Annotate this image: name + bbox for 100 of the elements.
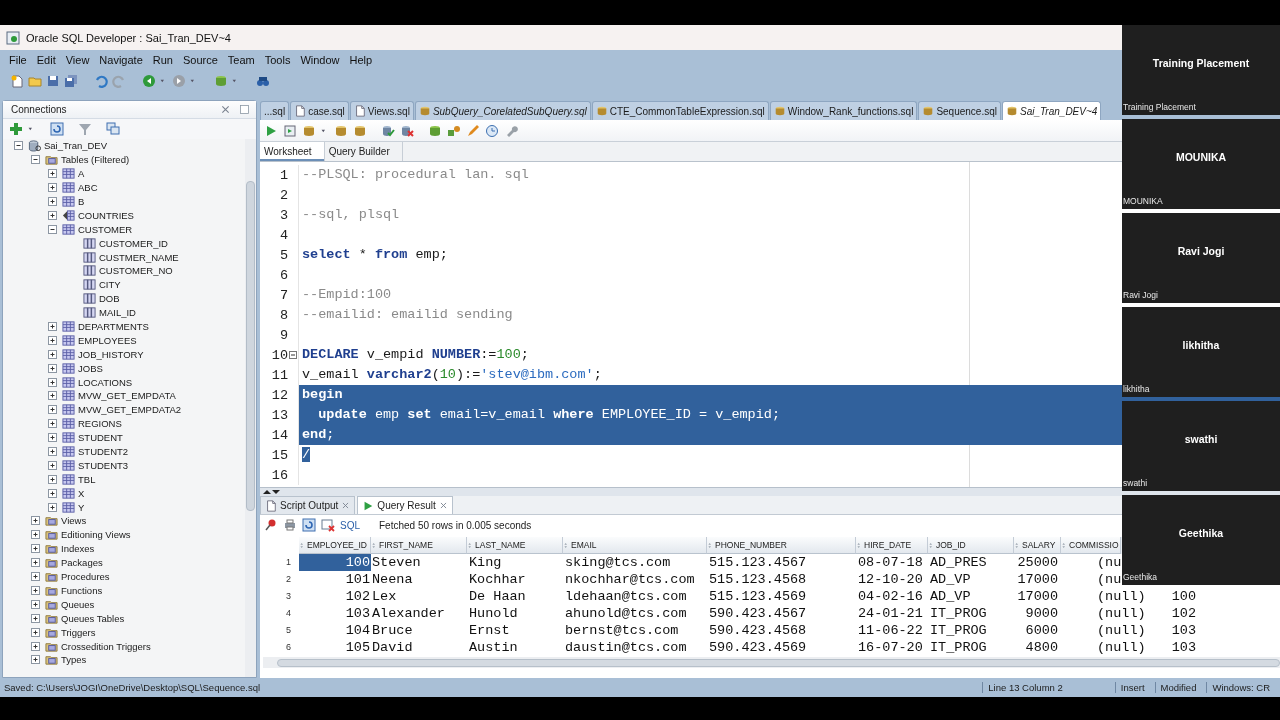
rollback-icon[interactable] [400,123,414,138]
editor-tab[interactable]: SubQuery_CorelatedSubQuery.sql [414,101,591,120]
pencil-icon[interactable] [466,123,480,138]
menu-item[interactable]: Tools [259,52,296,68]
tree-item[interactable]: B [78,196,85,207]
expand-icon[interactable] [47,446,58,458]
expand-icon[interactable] [30,515,41,527]
shapes-icon[interactable] [447,123,461,138]
tree-item[interactable]: STUDENT2 [78,446,129,458]
menu-item[interactable]: View [60,52,95,68]
expand-icon[interactable] [30,529,41,541]
tree-item[interactable]: Types [61,654,87,666]
expand-icon[interactable] [47,459,58,471]
scrollbar[interactable] [245,139,256,677]
result-tab[interactable]: Query Result [357,496,453,514]
undo-icon[interactable] [94,74,108,88]
minimize-icon[interactable] [239,104,250,115]
expand-icon[interactable] [47,334,58,346]
tree-item[interactable]: Views [61,515,87,527]
tree-item[interactable]: CUSTOMER_ID [99,237,168,249]
database-icon[interactable] [428,123,442,138]
expand-icon[interactable] [47,404,58,416]
tree-item[interactable]: X [78,487,85,499]
tree-item[interactable]: Crossedition Triggers [61,640,151,652]
menu-item[interactable]: Run [147,52,178,68]
expand-icon[interactable] [47,168,58,180]
tree-item[interactable]: MVW_GET_EMPDATA [78,390,176,402]
close-icon[interactable] [220,104,231,115]
save-all-icon[interactable] [64,74,78,88]
tree-item[interactable]: A [78,168,85,180]
close-icon[interactable] [438,501,448,510]
tree-item[interactable]: CITY [99,279,121,291]
fold-icon[interactable] [289,351,297,359]
expand-icon[interactable] [47,209,58,221]
new-file-icon[interactable] [10,74,24,88]
tree-item[interactable]: Tables (Filtered) [61,154,130,166]
editor-tab[interactable]: CTE_CommonTableExpression.sql [591,101,769,120]
column-header[interactable]: EMPLOYEE_ID [299,537,371,554]
expand-icon[interactable] [47,487,58,499]
save-icon[interactable] [46,74,60,88]
refresh-icon[interactable] [302,518,316,532]
delete-icon[interactable] [321,518,335,532]
splitter-arrows-icon[interactable] [263,489,281,495]
result-tab[interactable]: Script Output [260,496,356,514]
play-icon[interactable] [264,123,278,138]
column-header[interactable]: LAST_NAME [467,537,563,554]
tree-item[interactable]: JOBS [78,362,103,374]
expand-icon[interactable] [47,432,58,444]
tree-item[interactable]: Sai_Tran_DEV [44,140,107,152]
pin-icon[interactable] [264,518,278,532]
tree-item[interactable]: STUDENT [78,432,123,444]
windows-icon[interactable] [106,122,120,136]
printer-icon[interactable] [283,518,297,532]
tree-item[interactable]: CUSTOMER_NO [99,265,173,277]
menu-item[interactable]: Navigate [94,52,148,68]
expand-icon[interactable] [30,626,41,638]
menu-item[interactable]: File [4,52,32,68]
expand-icon[interactable] [30,543,41,555]
tree-item[interactable]: Y [78,501,85,513]
expand-icon[interactable] [47,362,58,374]
collapse-icon[interactable] [47,223,58,235]
expand-icon[interactable] [47,418,58,430]
expand-icon[interactable] [47,196,58,207]
expand-icon[interactable] [47,376,58,388]
tree-item[interactable]: MAIL_ID [99,307,136,319]
tree-item[interactable]: STUDENT3 [78,459,129,471]
tree-item[interactable]: EMPLOYEES [78,334,137,346]
menu-item[interactable]: Team [222,52,260,68]
plus-icon[interactable] [9,122,23,136]
database-icon[interactable] [302,123,316,138]
clock-icon[interactable] [485,123,499,138]
column-header[interactable]: HIRE_DATE [856,537,928,554]
editor-tab[interactable]: ...sql [260,101,290,120]
expand-icon[interactable] [30,557,41,569]
tree-item[interactable]: Procedures [61,571,110,583]
collapse-icon[interactable] [13,140,24,152]
tree-item[interactable]: Triggers [61,626,96,638]
expand-icon[interactable] [47,182,58,194]
database-icon[interactable] [334,123,348,138]
binoculars-icon[interactable] [256,74,270,88]
menu-item[interactable]: Edit [31,52,61,68]
editor-tab[interactable]: case.sql [290,101,349,120]
tree-item[interactable]: CUSTMER_NAME [99,251,179,263]
back-icon[interactable] [142,74,156,88]
scrollbar[interactable] [263,657,1280,668]
menu-item[interactable]: Source [177,52,223,68]
column-header[interactable]: SALARY [1014,537,1061,554]
tree-item[interactable]: Indexes [61,543,95,555]
expand-icon[interactable] [30,584,41,596]
expand-icon[interactable] [47,501,58,513]
menu-item[interactable]: Help [344,52,378,68]
run-script-icon[interactable] [283,123,297,138]
tree-item[interactable]: TBL [78,473,96,485]
tree-item[interactable]: Editioning Views [61,529,131,541]
sql-link[interactable]: SQL [340,519,360,531]
tree-item[interactable]: DOB [99,293,120,305]
expand-icon[interactable] [47,473,58,485]
editor-tab[interactable]: Views.sql [349,101,414,120]
tree-item[interactable]: Packages [61,557,103,569]
expand-icon[interactable] [30,571,41,583]
